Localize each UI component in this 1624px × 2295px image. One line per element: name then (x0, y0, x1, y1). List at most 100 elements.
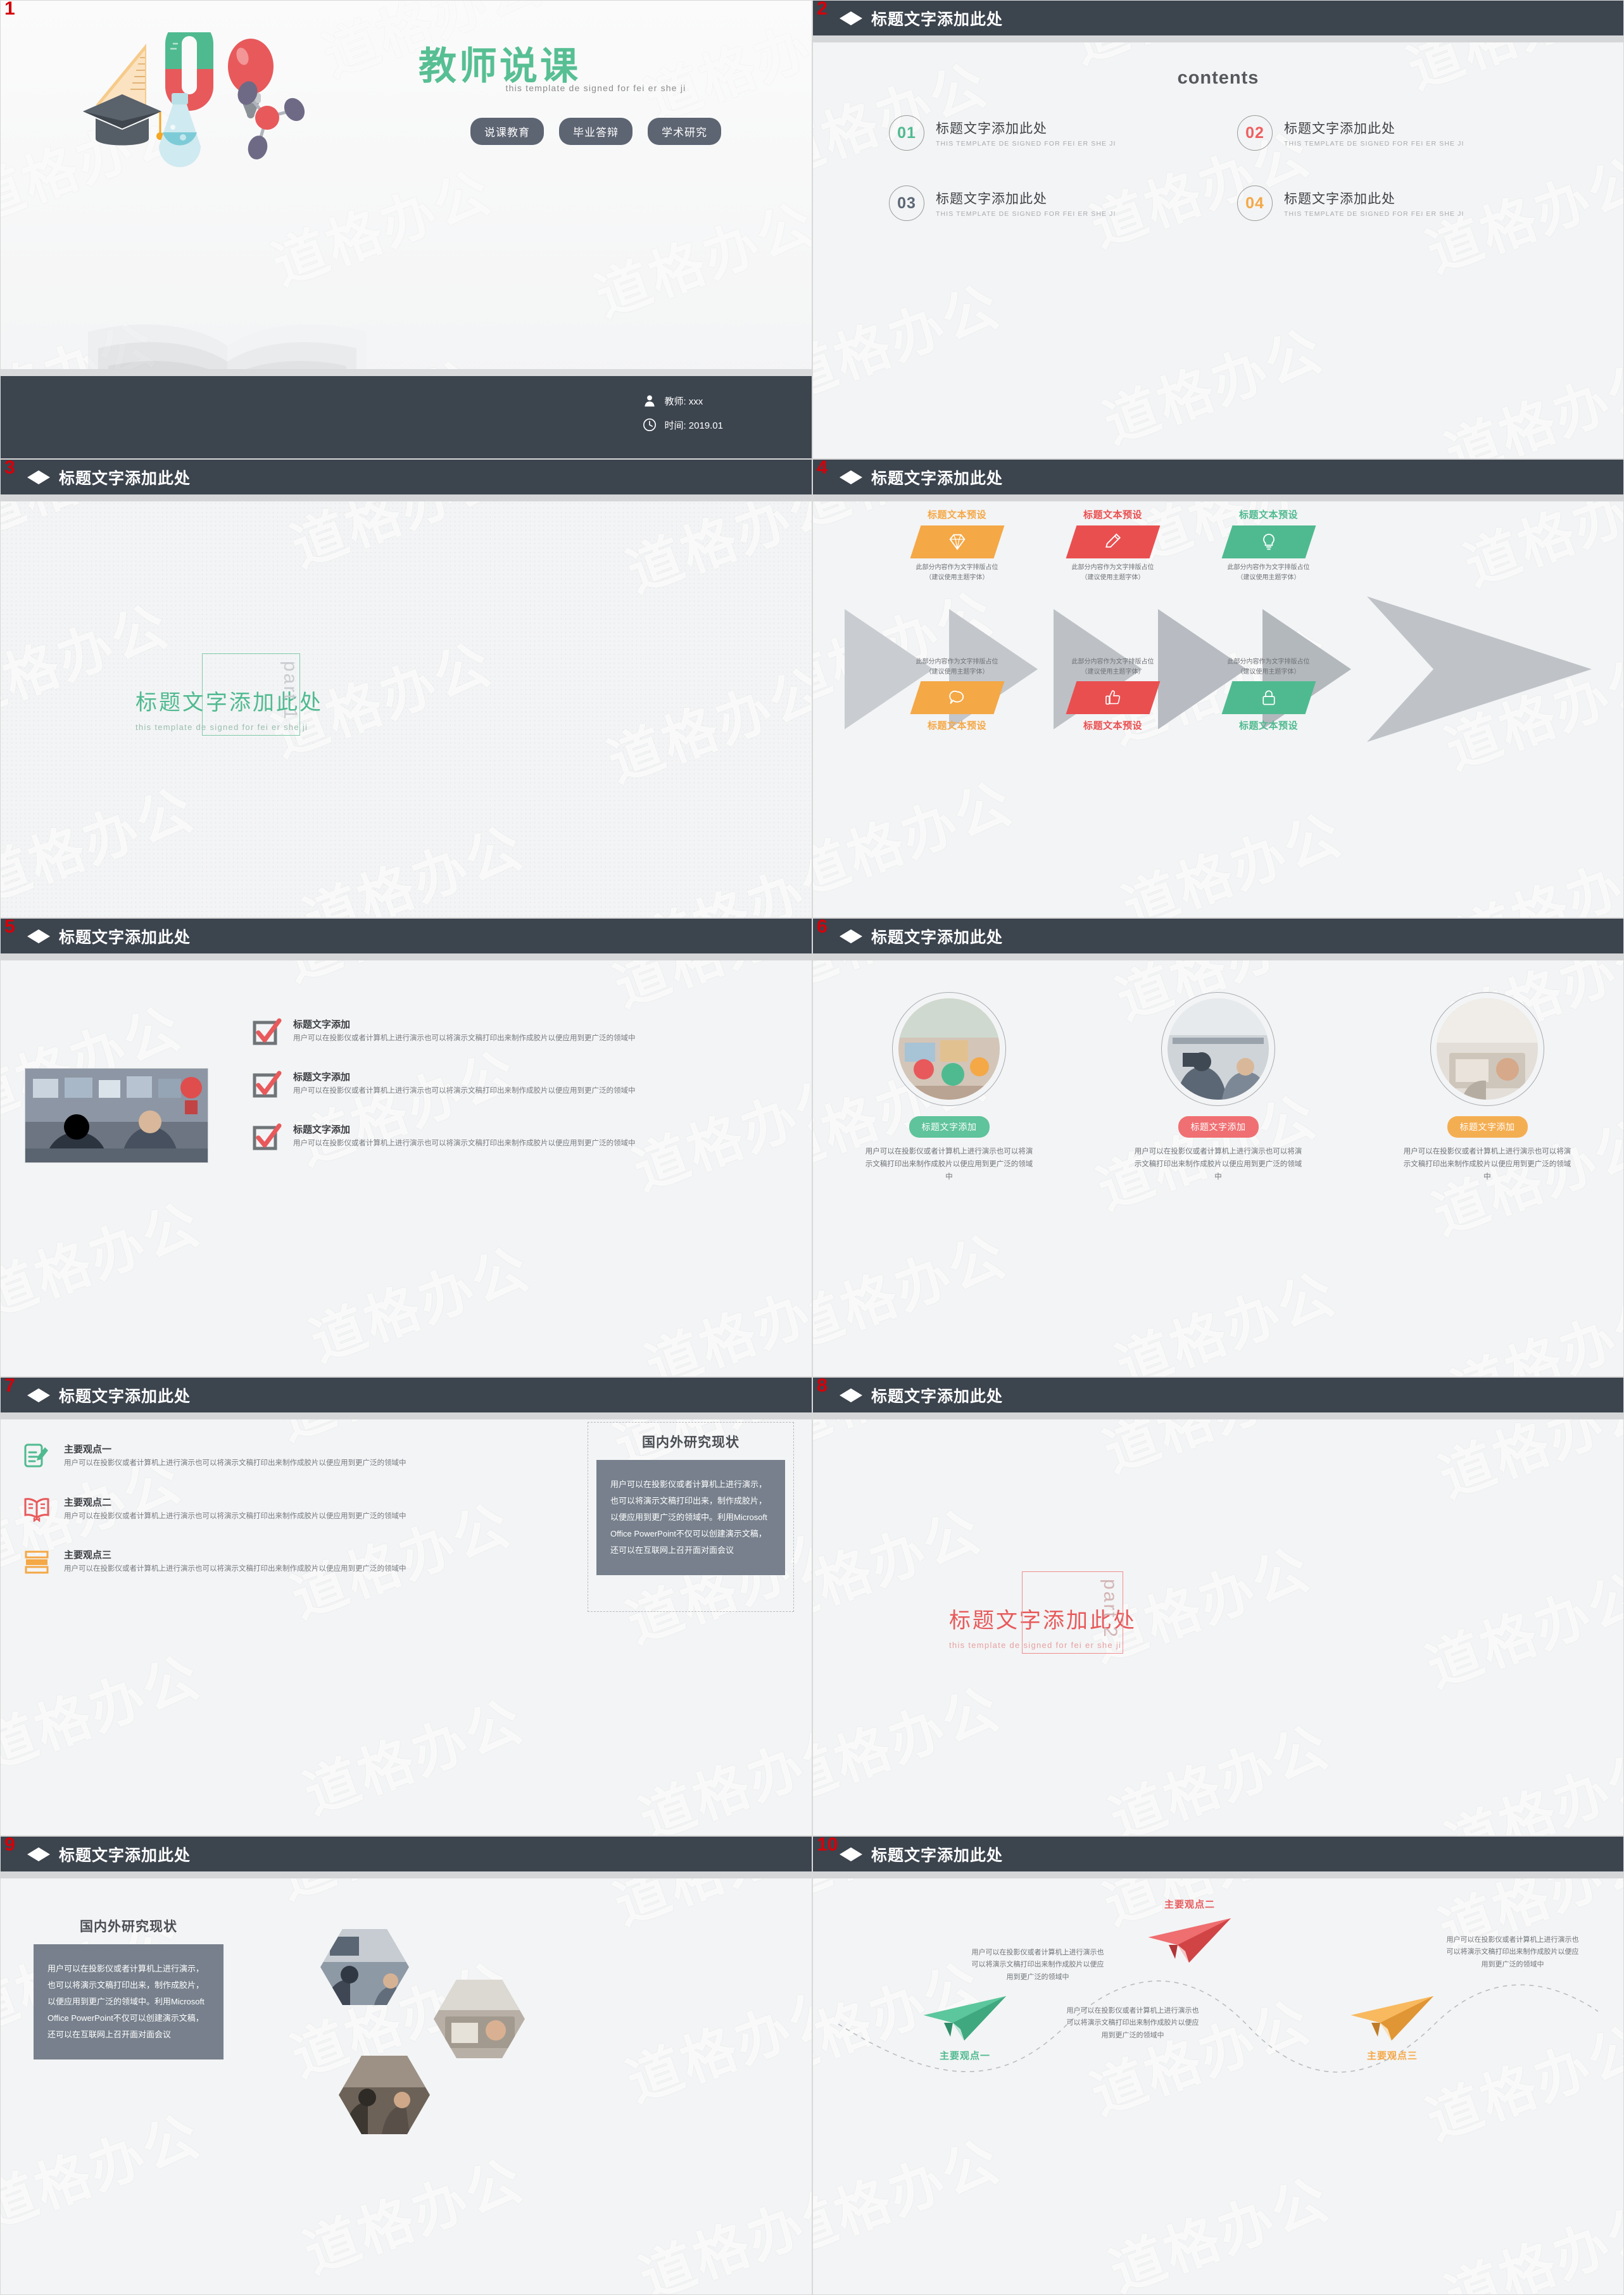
slide9-header-divider (1, 1871, 812, 1878)
topic-tag-3[interactable]: 学术研究 (648, 118, 721, 145)
circle-card-pill: 标题文字添加 (909, 1116, 990, 1138)
process-step-icon-shape (910, 681, 1004, 714)
plane-label-1: 主要观点一 (939, 2051, 990, 2061)
slide7-header-title: 标题文字添加此处 (59, 1387, 191, 1405)
circle-card-pill: 标题文字添加 (1178, 1116, 1259, 1138)
slide5-header-bar: 标题文字添加此处 (1, 919, 812, 953)
slide3-content: 标题文字添加此处 this template de signed for fei… (1, 501, 812, 917)
process-step-top-2[interactable]: 标题文本预设 此部分内容作为文字排版占位 （建议使用主题字体） (1057, 508, 1168, 582)
research-card: 国内外研究现状 用户可以在投影仪或者计算机上进行演示，也可以将演示文稿打印出来，… (596, 1432, 785, 1575)
viewpoint-list: 主要观点一 用户可以在投影仪或者计算机上进行演示也可以将演示文稿打印出来制作成胶… (23, 1442, 454, 1601)
graduation-cap-icon (840, 1387, 862, 1404)
viewpoint-item-3[interactable]: 主要观点三 用户可以在投影仪或者计算机上进行演示也可以将演示文稿打印出来制作成胶… (23, 1548, 454, 1576)
contents-item-text: 标题文字添加此处 THIS TEMPLATE DE SIGNED FOR FEI… (936, 118, 1116, 148)
contents-item-sub: THIS TEMPLATE DE SIGNED FOR FEI ER SHE J… (1284, 140, 1464, 148)
checkbox-checked-icon (253, 1018, 282, 1045)
circle-card-3[interactable]: 标题文字添加 用户可以在投影仪或者计算机上进行演示也可以将演示文稿打印出来制作成… (1402, 992, 1573, 1183)
date-row: 时间: 2019.01 (643, 418, 723, 432)
checklist-item-3[interactable]: 标题文字添加 用户可以在投影仪或者计算机上进行演示也可以将演示文稿打印出来制作成… (253, 1122, 759, 1152)
circle-card-body: 用户可以在投影仪或者计算机上进行演示也可以将演示文稿打印出来制作成胶片以便应用到… (865, 1148, 1033, 1181)
slide-number: 10 (817, 1836, 838, 1855)
process-step-bottom-2[interactable]: 此部分内容作为文字排版占位 （建议使用主题字体） 标题文本预设 (1057, 653, 1168, 732)
contents-item-text: 标题文字添加此处 THIS TEMPLATE DE SIGNED FOR FEI… (1284, 189, 1464, 218)
paper-plane-red-icon (1149, 1918, 1231, 1963)
process-step-body: 此部分内容作为文字排版占位 （建议使用主题字体） (1071, 564, 1154, 581)
slide2-header-divider (813, 35, 1623, 42)
viewpoint-item-2[interactable]: 主要观点二 用户可以在投影仪或者计算机上进行演示也可以将演示文稿打印出来制作成胶… (23, 1495, 454, 1523)
process-step-icon-shape (1221, 681, 1316, 714)
plane-label-3: 主要观点三 (1366, 2051, 1418, 2061)
section-part-label: part 1 (280, 661, 301, 721)
viewpoint-body: 用户可以在投影仪或者计算机上进行演示也可以将演示文稿打印出来制作成胶片以便应用到… (64, 1565, 406, 1573)
process-step-body: 此部分内容作为文字排版占位 （建议使用主题字体） (1071, 658, 1154, 676)
photo-frame (1168, 998, 1269, 1100)
process-step-top-3[interactable]: 标题文本预设 此部分内容作为文字排版占位 （建议使用主题字体） (1213, 508, 1324, 582)
contents-item-sub: THIS TEMPLATE DE SIGNED FOR FEI ER SHE J… (936, 210, 1116, 218)
slide-7: 标题文字添加此处 道格办公 道格办公 道格办公 道格办公 道格办公 道格办公 道… (0, 1377, 812, 1836)
books-icon (25, 1550, 49, 1574)
contents-item-01[interactable]: 01 标题文字添加此处 THIS TEMPLATE DE SIGNED FOR … (889, 115, 1205, 151)
slide10-header-title: 标题文字添加此处 (871, 1846, 1004, 1864)
date-label: 时间: 2019.01 (664, 420, 723, 431)
plane-block-3[interactable]: 主要观点三 (1313, 1992, 1471, 2062)
circle-card-1[interactable]: 标题文字添加 用户可以在投影仪或者计算机上进行演示也可以将演示文稿打印出来制作成… (864, 992, 1035, 1183)
process-step-bottom-1[interactable]: 此部分内容作为文字排版占位 （建议使用主题字体） 标题文本预设 (902, 653, 1012, 732)
plane-label-2: 主要观点二 (1164, 1899, 1215, 1910)
process-step-icon-shape (1221, 525, 1316, 558)
pencil-icon (1105, 533, 1121, 548)
slide-number: 7 (4, 1377, 15, 1396)
user-icon (645, 395, 655, 407)
plane-body-1: 用户可以在投影仪或者计算机上进行演示也可以将演示文稿打印出来制作成胶片以便应用到… (971, 1949, 1104, 1981)
hexagon-photo-cluster (320, 1929, 525, 2134)
slide8-header-title: 标题文字添加此处 (871, 1387, 1004, 1405)
hexagon-photo-2 (434, 1980, 525, 2058)
slide3-header-bar: 标题文字添加此处 (1, 460, 812, 494)
checklist-title: 标题文字添加 (293, 1019, 351, 1030)
process-step-top-1[interactable]: 标题文本预设 此部分内容作为文字排版占位 （建议使用主题字体） (902, 508, 1012, 582)
plane-body-3: 用户可以在投影仪或者计算机上进行演示也可以将演示文稿打印出来制作成胶片以便应用到… (1446, 1936, 1579, 1968)
plane-block-1[interactable]: 主要观点一 (886, 1992, 1044, 2062)
graduation-cap-icon (27, 1387, 50, 1404)
chat-icon (948, 690, 964, 704)
process-step-title: 标题文本预设 (1083, 720, 1142, 731)
contents-item-sub: THIS TEMPLATE DE SIGNED FOR FEI ER SHE J… (1284, 210, 1464, 218)
contents-item-03[interactable]: 03 标题文字添加此处 THIS TEMPLATE DE SIGNED FOR … (889, 185, 1205, 221)
checklist-text: 标题文字添加 用户可以在投影仪或者计算机上进行演示也可以将演示文稿打印出来制作成… (293, 1122, 636, 1152)
plane-block-2[interactable]: 主要观点二 (1111, 1897, 1269, 1968)
slide7-header-divider (1, 1412, 812, 1419)
process-step-bottom-3[interactable]: 此部分内容作为文字排版占位 （建议使用主题字体） 标题文本预设 (1213, 653, 1324, 732)
viewpoint-title: 主要观点二 (64, 1497, 112, 1508)
section-part-label: part 2 (1100, 1579, 1121, 1639)
contents-item-04[interactable]: 04 标题文字添加此处 THIS TEMPLATE DE SIGNED FOR … (1237, 185, 1554, 221)
checklist-item-1[interactable]: 标题文字添加 用户可以在投影仪或者计算机上进行演示也可以将演示文稿打印出来制作成… (253, 1017, 759, 1047)
contents-heading: contents (1177, 68, 1259, 88)
checklist-item-2[interactable]: 标题文字添加 用户可以在投影仪或者计算机上进行演示也可以将演示文稿打印出来制作成… (253, 1070, 759, 1099)
viewpoint-text: 主要观点二 用户可以在投影仪或者计算机上进行演示也可以将演示文稿打印出来制作成胶… (64, 1495, 406, 1523)
contents-item-text: 标题文字添加此处 THIS TEMPLATE DE SIGNED FOR FEI… (936, 189, 1116, 218)
molecule-icon (237, 81, 305, 160)
viewpoint-text: 主要观点一 用户可以在投影仪或者计算机上进行演示也可以将演示文稿打印出来制作成胶… (64, 1442, 406, 1470)
slide-number: 6 (817, 918, 828, 937)
contents-item-02[interactable]: 02 标题文字添加此处 THIS TEMPLATE DE SIGNED FOR … (1237, 115, 1554, 151)
photo-ring (1161, 992, 1275, 1106)
diamond-icon (949, 534, 965, 550)
checklist: 标题文字添加 用户可以在投影仪或者计算机上进行演示也可以将演示文稿打印出来制作成… (253, 1017, 759, 1175)
topic-tag-1[interactable]: 说课教育 (470, 118, 544, 145)
topic-tag-2[interactable]: 毕业答辩 (559, 118, 633, 145)
contents-item-sub: THIS TEMPLATE DE SIGNED FOR FEI ER SHE J… (936, 140, 1116, 148)
slide10-header-bar: 标题文字添加此处 (813, 1837, 1623, 1871)
research-card-title: 国内外研究现状 (642, 1435, 740, 1450)
slide7-content: 主要观点一 用户可以在投影仪或者计算机上进行演示也可以将演示文稿打印出来制作成胶… (1, 1419, 812, 1835)
checklist-title: 标题文字添加 (293, 1072, 351, 1083)
graduation-cap-icon (27, 928, 50, 945)
paper-plane-orange-icon (1351, 1996, 1433, 2040)
slide4-header-bar: 标题文字添加此处 (813, 460, 1623, 494)
presenter-label: 教师: xxx (664, 396, 703, 407)
circle-card-2[interactable]: 标题文字添加 用户可以在投影仪或者计算机上进行演示也可以将演示文稿打印出来制作成… (1133, 992, 1304, 1183)
process-step-title: 标题文本预设 (1238, 720, 1298, 731)
slide9-content: 国内外研究现状 用户可以在投影仪或者计算机上进行演示，也可以将演示文稿打印出来，… (1, 1878, 812, 2294)
viewpoint-body: 用户可以在投影仪或者计算机上进行演示也可以将演示文稿打印出来制作成胶片以便应用到… (64, 1459, 406, 1467)
note-pencil-icon (24, 1443, 48, 1468)
slide10-content: 主要观点一 用户可以在投影仪或者计算机上进行演示也可以将演示文稿打印出来制作成胶… (813, 1878, 1623, 2294)
viewpoint-item-1[interactable]: 主要观点一 用户可以在投影仪或者计算机上进行演示也可以将演示文稿打印出来制作成胶… (23, 1442, 454, 1470)
